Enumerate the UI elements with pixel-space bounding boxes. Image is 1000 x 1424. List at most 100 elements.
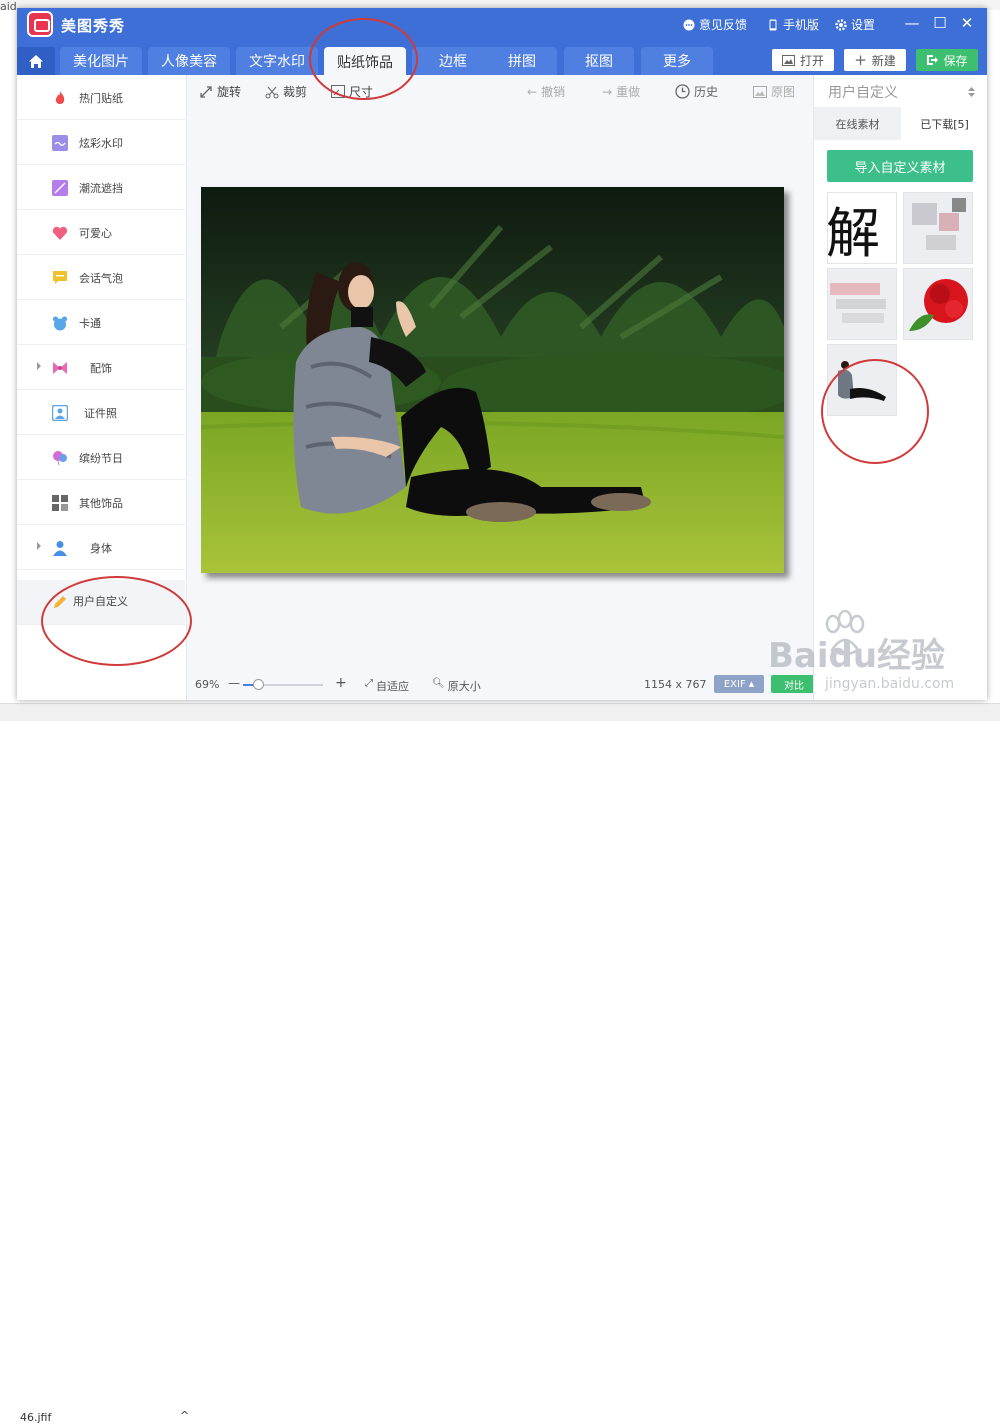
sidebar-item-label: 热门贴纸 [79,92,123,105]
sidebar-item-holidays[interactable]: 缤纷节日 [17,435,185,480]
new-button[interactable]: + 新建 [844,49,906,71]
blurred-block [842,313,884,323]
sidebar-item-id-photo[interactable]: 证件照 [17,390,185,435]
rotate-icon [200,85,212,98]
tab-border[interactable]: 边框 [412,47,494,75]
original-label: 原图 [771,85,796,99]
crop-button[interactable]: 裁剪 [265,83,307,100]
grid-icon [52,495,68,511]
size-button[interactable]: 尺寸 [331,83,373,100]
sidebar-item-label: 身体 [90,542,112,555]
arrow-left-icon: ← [527,84,538,99]
rotate-button[interactable]: 旋转 [199,83,241,100]
settings-label: 设置 [851,18,876,32]
save-label: 保存 [943,53,968,68]
sidebar-item-cartoon[interactable]: 卡通 [17,300,185,345]
tab-text-watermark[interactable]: 文字水印 [236,47,318,75]
sticker-category-sidebar: 热门贴纸 炫彩水印 潮流遮挡 可爱心 会话气泡 卡通 配饰 证件照 缤纷节日 其… [17,75,187,700]
title-bar: 美图秀秀 意见反馈 手机版 设置 — ☐ ✕ 美化图片 人像美容 文字水印 贴纸… [17,8,987,77]
watermark-site: jingyan.baidu.com [825,676,955,692]
phone-icon [769,19,777,30]
sidebar-item-label: 用户自定义 [73,595,128,608]
zoom-in-button[interactable]: + [335,675,347,691]
home-tab[interactable] [17,47,55,75]
material-thumbnail[interactable]: 解 [827,192,897,264]
fit-icon: ⤢ [365,678,373,689]
sidebar-item-body[interactable]: 身体 [17,525,185,570]
gear-icon [835,18,847,31]
expand-arrow-icon[interactable] [37,362,41,370]
fit-window-button[interactable]: ⤢ 自适应 [365,678,409,694]
desktop-taskbar: 46.jfif ^ [0,703,1000,1424]
image-dimensions: 1154 x 767 [644,678,707,691]
magnifier-icon: 🔍︎ [432,678,445,689]
close-button[interactable]: ✕ [957,14,977,32]
downloaded-file-label[interactable]: 46.jfif [20,1411,51,1424]
blurred-block [836,299,886,309]
balloon-icon [53,451,67,466]
open-button[interactable]: 打开 [772,49,834,71]
exif-button[interactable]: EXIF ▲ [714,675,764,693]
image-icon [781,54,795,66]
panel-title: 用户自定义 [828,85,898,101]
sidebar-item-trendy-mask[interactable]: 潮流遮挡 [17,165,185,210]
redo-button[interactable]: → 重做 [602,83,640,100]
tab-more[interactable]: 更多 [641,47,713,75]
sort-arrows-icon[interactable] [968,87,975,97]
sidebar-item-color-watermark[interactable]: 炫彩水印 [17,120,185,165]
red-rose-icon [909,279,968,331]
tab-downloaded[interactable]: 已下载[5] [901,107,987,140]
editing-canvas[interactable] [187,105,812,670]
zoom-slider-handle[interactable] [253,679,264,690]
actual-size-button[interactable]: 🔍︎ 原大小 [432,678,481,694]
material-thumbnail[interactable] [827,344,897,416]
sidebar-item-accessories[interactable]: 配饰 [17,345,185,390]
material-thumbnail[interactable] [903,192,973,264]
tab-collage[interactable]: 拼图 [487,47,557,75]
history-label: 历史 [694,85,719,99]
zoom-out-button[interactable]: — [228,676,240,690]
watermark-brand: Baidu经验 [768,636,946,676]
settings-button[interactable]: 设置 [835,16,875,33]
tab-online-materials[interactable]: 在线素材 [814,107,901,140]
undo-button[interactable]: ← 撤销 [527,83,565,100]
save-button[interactable]: 保存 [916,49,978,71]
sidebar-item-label: 潮流遮挡 [79,182,123,195]
maximize-button[interactable]: ☐ [930,14,950,32]
mask-icon [52,180,68,196]
tab-portrait[interactable]: 人像美容 [148,47,230,75]
tab-cutout[interactable]: 抠图 [564,47,634,75]
original-image-button[interactable]: 原图 [753,83,795,100]
crop-label: 裁剪 [283,85,308,99]
material-tabs: 在线素材 已下载[5] [814,107,987,140]
minimize-button[interactable]: — [902,14,922,32]
feedback-button[interactable]: 意见反馈 [683,16,747,33]
edited-photo[interactable] [201,187,784,573]
tab-stickers[interactable]: 贴纸饰品 [324,47,406,77]
id-photo-icon [52,405,68,421]
flame-icon [55,91,65,104]
history-button[interactable]: 历史 [675,83,718,100]
sidebar-item-speech-bubble[interactable]: 会话气泡 [17,255,185,300]
download-chevron-icon[interactable]: ^ [180,1409,189,1422]
blurred-block [952,198,966,212]
zoom-percent: 69% [195,678,220,691]
sidebar-item-label: 配饰 [90,362,112,375]
sidebar-item-hot-stickers[interactable]: 热门贴纸 [17,75,185,120]
sidebar-item-user-custom[interactable]: 用户自定义 [17,580,185,625]
background-text: aid [0,0,17,13]
expand-arrow-icon[interactable] [37,542,41,550]
import-custom-material-button[interactable]: 导入自定义素材 [827,150,973,182]
material-thumbnail[interactable] [827,268,897,340]
sidebar-item-other-accessories[interactable]: 其他饰品 [17,480,185,525]
calligraphy-character: 解 [827,202,880,264]
mobile-version-button[interactable]: 手机版 [767,16,819,33]
sidebar-item-label: 缤纷节日 [79,452,123,465]
caret-up-icon: ▲ [748,680,755,688]
open-label: 打开 [799,53,824,68]
tab-beautify[interactable]: 美化图片 [60,47,142,75]
sidebar-item-cute-heart[interactable]: 可爱心 [17,210,185,255]
export-icon [927,55,939,65]
material-thumbnail[interactable] [903,268,973,340]
home-icon [29,54,43,68]
